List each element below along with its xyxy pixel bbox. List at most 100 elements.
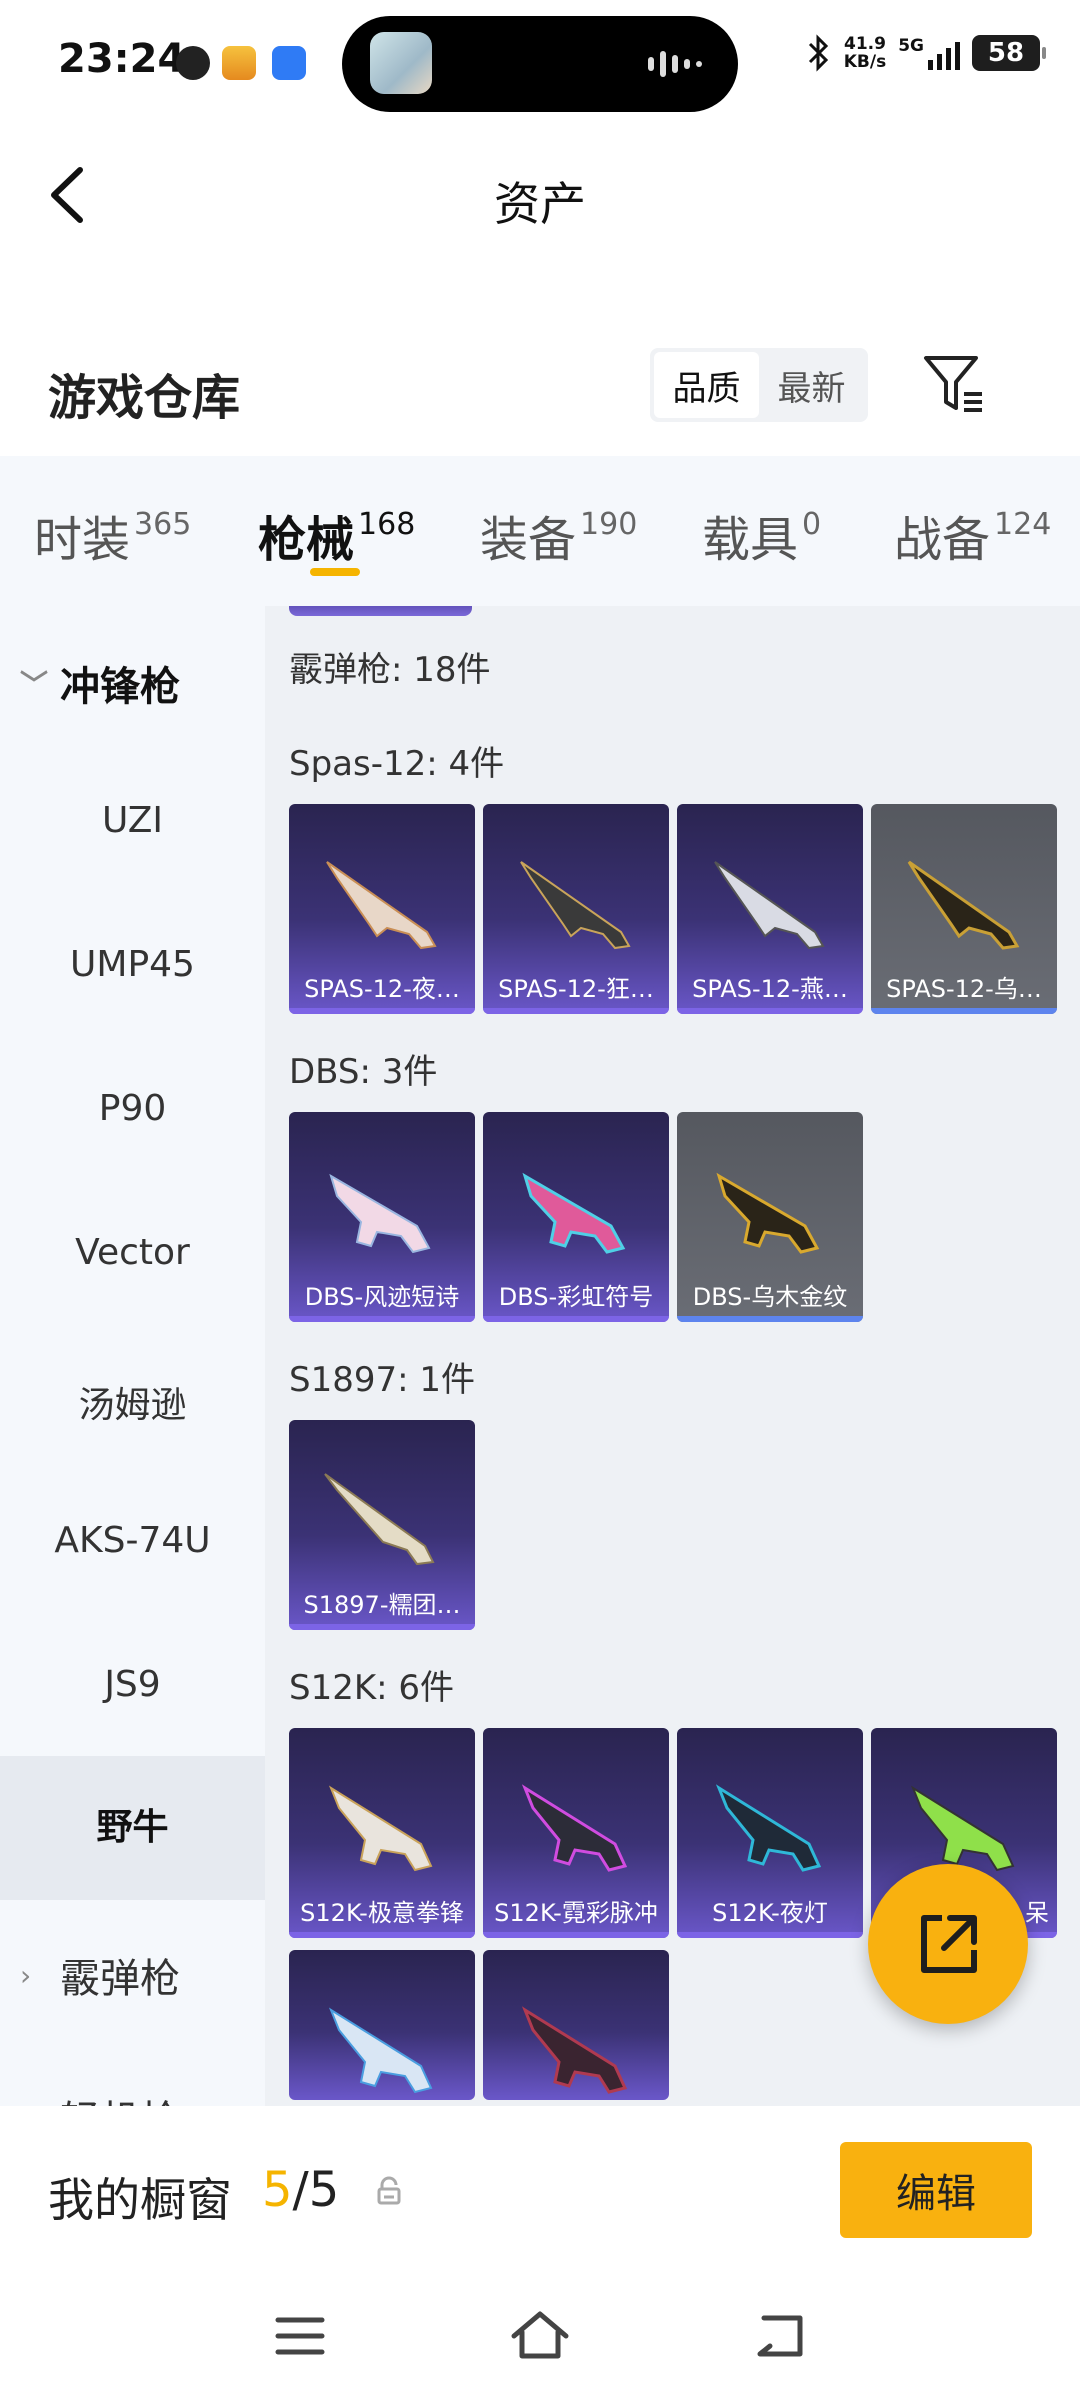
shotgun-icon: [329, 1173, 431, 1254]
weapon-card-label: DBS-乌木金纹: [692, 1283, 848, 1311]
sidebar-item-thompson[interactable]: 汤姆逊: [0, 1376, 265, 1428]
shotgun-icon: [328, 2007, 433, 2094]
share-button[interactable]: [868, 1864, 1028, 2024]
shotgun-icon: [907, 860, 1020, 950]
rarity-bar: [871, 1008, 1057, 1014]
rarity-bar: [677, 1316, 863, 1322]
status-right: 41.9 KB/s 5G 58: [806, 34, 1046, 72]
broadcast-icon: [272, 46, 306, 80]
weapon-card[interactable]: [483, 1950, 669, 2100]
sidebar-item-vector[interactable]: Vector: [0, 1232, 265, 1273]
shotgun-icon: [714, 861, 825, 950]
shotgun-icon: [715, 1784, 822, 1872]
share-external-icon: [921, 1915, 977, 1973]
menu-icon[interactable]: [270, 2306, 330, 2366]
rarity-bar: [289, 1316, 475, 1322]
sidebar-group-smg[interactable]: ﹀ 冲锋枪: [20, 654, 180, 712]
net-speed: 41.9 KB/s: [843, 34, 887, 72]
status-bar: 23:24 41.9 KB/s 5G 58: [0, 0, 1080, 120]
category-header: DBS: 3件: [289, 1052, 438, 1092]
battery-icon: 58: [972, 35, 1046, 71]
sidebar-item-p90[interactable]: P90: [0, 1088, 265, 1129]
weapon-card-label: SPAS-12-夜…: [304, 975, 460, 1003]
audio-wave-icon: [648, 50, 708, 78]
warehouse-title: 游戏仓库: [48, 370, 241, 426]
edit-showcase-button[interactable]: 编辑: [840, 2142, 1032, 2238]
sidebar-item-bizon[interactable]: 野牛: [0, 1756, 265, 1900]
tab-active-indicator: [310, 568, 360, 576]
shotgun-icon: [521, 2006, 628, 2094]
sidebar-item-ump45[interactable]: UMP45: [0, 944, 265, 985]
sort-newest-button[interactable]: 最新: [759, 352, 864, 418]
shotgun-icon: [522, 1172, 626, 1254]
weapon-card[interactable]: DBS-彩虹符号: [483, 1112, 669, 1322]
weapon-card-label: SPAS-12-乌…: [886, 975, 1042, 1003]
page-title: 资产: [494, 177, 586, 231]
weapon-card[interactable]: SPAS-12-夜…: [289, 804, 475, 1014]
sort-quality-button[interactable]: 品质: [654, 352, 759, 418]
weapon-card-label: DBS-风迹短诗: [304, 1283, 460, 1311]
sort-toggle: 品质 最新: [650, 348, 868, 422]
previous-card-edge: [289, 606, 472, 616]
weapon-card-label: S1897-糯团…: [303, 1591, 461, 1619]
weapon-card[interactable]: SPAS-12-燕…: [677, 804, 863, 1014]
filter-icon[interactable]: [920, 350, 990, 420]
weapon-card[interactable]: S12K-夜灯: [677, 1728, 863, 1938]
weapon-card-label: DBS-彩虹符号: [498, 1283, 654, 1311]
rarity-bar: [483, 1932, 669, 1938]
weapon-card[interactable]: DBS-风迹短诗: [289, 1112, 475, 1322]
tab-firearms[interactable]: 枪械 168: [258, 500, 415, 570]
weapon-type-sidebar: ﹀ 冲锋枪 UZI UMP45 P90 Vector 汤姆逊 AKS-74U J…: [0, 606, 265, 2106]
weapon-card-label: S12K-极意拳锋: [300, 1899, 464, 1927]
category-header: S12K: 6件: [289, 1668, 455, 1708]
weapon-card-label: SPAS-12-燕…: [692, 975, 848, 1003]
weapon-card[interactable]: S12K-霓彩脉冲: [483, 1728, 669, 1938]
rarity-bar: [289, 1624, 475, 1630]
globe-icon: [176, 46, 210, 80]
shotgun-icon: [328, 1785, 433, 1872]
rarity-bar: [289, 1008, 475, 1014]
sidebar-group-lmg[interactable]: › 轻机枪: [20, 2088, 180, 2106]
category-header: S1897: 1件: [289, 1360, 476, 1400]
app-notification-icon: [222, 46, 256, 80]
rarity-bar: [483, 1316, 669, 1322]
weapon-card[interactable]: DBS-乌木金纹: [677, 1112, 863, 1322]
shotgun-icon: [716, 1172, 820, 1254]
back-icon[interactable]: [750, 2306, 810, 2366]
rarity-bar: [677, 1008, 863, 1014]
weapon-card[interactable]: S1897-糯团…: [289, 1420, 475, 1630]
dynamic-island[interactable]: [342, 16, 738, 112]
rarity-bar: [289, 1932, 475, 1938]
shotgun-icon: [521, 1784, 628, 1872]
tab-equipment[interactable]: 装备 190: [480, 500, 637, 570]
home-icon[interactable]: [510, 2306, 570, 2366]
weapon-card-label: S12K-霓彩脉冲: [494, 1899, 658, 1927]
status-time: 23:24: [58, 36, 186, 82]
bluetooth-icon: [808, 34, 828, 72]
lock-icon: [377, 2176, 401, 2205]
weapon-card[interactable]: SPAS-12-乌…: [871, 804, 1057, 1014]
weapon-card-label: SPAS-12-狂…: [498, 975, 654, 1003]
category-header: Spas-12: 4件: [289, 744, 505, 784]
chevron-right-icon: ›: [20, 1958, 32, 1992]
group-header: 霰弹枪: 18件: [289, 650, 491, 690]
tab-gear[interactable]: 战备 124: [894, 500, 1051, 570]
shotgun-icon: [520, 861, 631, 950]
weapon-card[interactable]: S12K-极意拳锋: [289, 1728, 475, 1938]
showcase-label: 我的橱窗: [48, 2173, 232, 2227]
weapon-card[interactable]: SPAS-12-狂…: [483, 804, 669, 1014]
chevron-down-icon: ﹀: [20, 668, 49, 701]
sidebar-item-aks74u[interactable]: AKS-74U: [0, 1520, 265, 1561]
weapon-card[interactable]: [289, 1950, 475, 2100]
sidebar-item-js9[interactable]: JS9: [0, 1664, 265, 1705]
tab-fashion[interactable]: 时装 365: [34, 500, 191, 570]
tab-vehicles[interactable]: 载具 0: [702, 500, 821, 570]
signal-icon: 5G: [898, 36, 960, 70]
game-app-icon[interactable]: [370, 32, 432, 94]
showcase-count: 5/5: [262, 2162, 340, 2218]
rarity-bar: [677, 1932, 863, 1938]
shotgun-icon: [326, 861, 437, 950]
rarity-bar: [483, 1008, 669, 1014]
sidebar-item-uzi[interactable]: UZI: [0, 800, 265, 841]
sidebar-group-shotgun[interactable]: › 霰弹枪: [20, 1946, 180, 2004]
